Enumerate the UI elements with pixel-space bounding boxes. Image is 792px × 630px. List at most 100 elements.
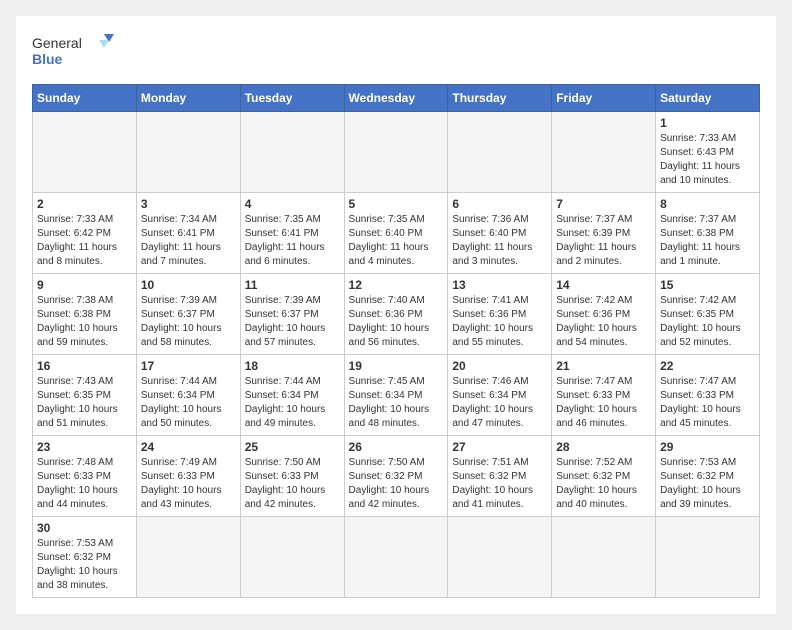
calendar-day-cell	[344, 112, 448, 193]
day-number: 16	[37, 359, 132, 373]
day-number: 14	[556, 278, 651, 292]
calendar-day-cell	[344, 517, 448, 598]
day-info: Sunrise: 7:36 AM Sunset: 6:40 PM Dayligh…	[452, 213, 547, 269]
day-info: Sunrise: 7:48 AM Sunset: 6:33 PM Dayligh…	[37, 456, 132, 512]
day-number: 1	[660, 116, 755, 130]
day-number: 26	[349, 440, 444, 454]
calendar-day-cell: 24 Sunrise: 7:49 AM Sunset: 6:33 PM Dayli…	[136, 436, 240, 517]
day-number: 15	[660, 278, 755, 292]
day-number: 22	[660, 359, 755, 373]
calendar-week-row: 23Sunrise: 7:48 AM Sunset: 6:33 PM Dayli…	[33, 436, 760, 517]
calendar-day-cell: 8Sunrise: 7:37 AM Sunset: 6:38 PM Daylig…	[656, 193, 760, 274]
header: General Blue	[32, 32, 760, 72]
calendar-day-header: Saturday	[656, 85, 760, 112]
day-info: Sunrise: 7:47 AM Sunset: 6:33 PM Dayligh…	[660, 375, 755, 431]
calendar-day-cell: 2 Sunrise: 7:33 AM Sunset: 6:42 PM Daylig…	[33, 193, 137, 274]
day-number: 4	[245, 197, 340, 211]
calendar-day-cell: 16 Sunrise: 7:43 AM Sunset: 6:35 PM Dayli…	[33, 355, 137, 436]
day-number: 3	[141, 197, 236, 211]
calendar-day-cell: 5 Sunrise: 7:35 AM Sunset: 6:40 PM Daylig…	[344, 193, 448, 274]
day-number: 13	[452, 278, 547, 292]
day-info: Sunrise: 7:38 AM Sunset: 6:38 PM Dayligh…	[37, 294, 132, 350]
day-info: Sunrise: 7:39 AM Sunset: 6:37 PM Dayligh…	[141, 294, 236, 350]
calendar-day-cell: 21 Sunrise: 7:47 AM Sunset: 6:33 PM Dayli…	[552, 355, 656, 436]
calendar-day-cell: 25 Sunrise: 7:50 AM Sunset: 6:33 PM Dayli…	[240, 436, 344, 517]
day-info: Sunrise: 7:49 AM Sunset: 6:33 PM Dayligh…	[141, 456, 236, 512]
calendar-header-row: SundayMondayTuesdayWednesdayThursdayFrid…	[33, 85, 760, 112]
calendar-day-cell: 22 Sunrise: 7:47 AM Sunset: 6:33 PM Dayli…	[656, 355, 760, 436]
day-info: Sunrise: 7:50 AM Sunset: 6:33 PM Dayligh…	[245, 456, 340, 512]
calendar-day-cell: 26Sunrise: 7:50 AM Sunset: 6:32 PM Dayli…	[344, 436, 448, 517]
calendar-day-cell: 3 Sunrise: 7:34 AM Sunset: 6:41 PM Daylig…	[136, 193, 240, 274]
day-number: 27	[452, 440, 547, 454]
calendar-day-cell: 28Sunrise: 7:52 AM Sunset: 6:32 PM Dayli…	[552, 436, 656, 517]
calendar-day-header: Thursday	[448, 85, 552, 112]
calendar-week-row: 16 Sunrise: 7:43 AM Sunset: 6:35 PM Dayli…	[33, 355, 760, 436]
day-info: Sunrise: 7:44 AM Sunset: 6:34 PM Dayligh…	[141, 375, 236, 431]
calendar-day-cell	[240, 112, 344, 193]
day-number: 25	[245, 440, 340, 454]
calendar-day-cell: 30 Sunrise: 7:53 AM Sunset: 6:32 PM Dayli…	[33, 517, 137, 598]
day-info: Sunrise: 7:41 AM Sunset: 6:36 PM Dayligh…	[452, 294, 547, 350]
logo-svg: General Blue	[32, 32, 122, 72]
calendar-day-cell	[240, 517, 344, 598]
calendar-day-cell: 27 Sunrise: 7:51 AM Sunset: 6:32 PM Dayli…	[448, 436, 552, 517]
calendar-day-cell: 13 Sunrise: 7:41 AM Sunset: 6:36 PM Dayli…	[448, 274, 552, 355]
day-info: Sunrise: 7:33 AM Sunset: 6:43 PM Dayligh…	[660, 132, 755, 188]
calendar-day-cell: 20Sunrise: 7:46 AM Sunset: 6:34 PM Dayli…	[448, 355, 552, 436]
calendar-day-cell	[552, 112, 656, 193]
calendar-day-cell: 12Sunrise: 7:40 AM Sunset: 6:36 PM Dayli…	[344, 274, 448, 355]
day-info: Sunrise: 7:51 AM Sunset: 6:32 PM Dayligh…	[452, 456, 547, 512]
day-number: 10	[141, 278, 236, 292]
day-number: 2	[37, 197, 132, 211]
day-info: Sunrise: 7:37 AM Sunset: 6:38 PM Dayligh…	[660, 213, 755, 269]
calendar-day-cell	[33, 112, 137, 193]
calendar-day-cell: 10 Sunrise: 7:39 AM Sunset: 6:37 PM Dayli…	[136, 274, 240, 355]
day-number: 30	[37, 521, 132, 535]
day-number: 21	[556, 359, 651, 373]
calendar-day-cell	[448, 112, 552, 193]
calendar-day-cell: 1 Sunrise: 7:33 AM Sunset: 6:43 PM Daylig…	[656, 112, 760, 193]
calendar-day-cell: 14 Sunrise: 7:42 AM Sunset: 6:36 PM Dayli…	[552, 274, 656, 355]
day-info: Sunrise: 7:33 AM Sunset: 6:42 PM Dayligh…	[37, 213, 132, 269]
day-number: 9	[37, 278, 132, 292]
calendar-day-cell: 7Sunrise: 7:37 AM Sunset: 6:39 PM Daylig…	[552, 193, 656, 274]
day-number: 24	[141, 440, 236, 454]
calendar-day-cell: 15 Sunrise: 7:42 AM Sunset: 6:35 PM Dayli…	[656, 274, 760, 355]
svg-text:General: General	[32, 35, 82, 51]
day-info: Sunrise: 7:43 AM Sunset: 6:35 PM Dayligh…	[37, 375, 132, 431]
day-info: Sunrise: 7:52 AM Sunset: 6:32 PM Dayligh…	[556, 456, 651, 512]
day-info: Sunrise: 7:34 AM Sunset: 6:41 PM Dayligh…	[141, 213, 236, 269]
calendar-day-cell	[656, 517, 760, 598]
calendar-day-cell: 18Sunrise: 7:44 AM Sunset: 6:34 PM Dayli…	[240, 355, 344, 436]
calendar-day-header: Wednesday	[344, 85, 448, 112]
calendar-day-header: Monday	[136, 85, 240, 112]
calendar-day-cell: 4 Sunrise: 7:35 AM Sunset: 6:41 PM Daylig…	[240, 193, 344, 274]
day-info: Sunrise: 7:45 AM Sunset: 6:34 PM Dayligh…	[349, 375, 444, 431]
day-info: Sunrise: 7:42 AM Sunset: 6:36 PM Dayligh…	[556, 294, 651, 350]
calendar-day-cell: 19Sunrise: 7:45 AM Sunset: 6:34 PM Dayli…	[344, 355, 448, 436]
calendar-day-cell: 9 Sunrise: 7:38 AM Sunset: 6:38 PM Daylig…	[33, 274, 137, 355]
day-number: 12	[349, 278, 444, 292]
day-info: Sunrise: 7:53 AM Sunset: 6:32 PM Dayligh…	[37, 537, 132, 593]
day-number: 6	[452, 197, 547, 211]
calendar-day-cell: 29Sunrise: 7:53 AM Sunset: 6:32 PM Dayli…	[656, 436, 760, 517]
calendar-day-cell	[136, 517, 240, 598]
logo: General Blue	[32, 32, 122, 72]
day-info: Sunrise: 7:39 AM Sunset: 6:37 PM Dayligh…	[245, 294, 340, 350]
calendar-day-cell: 23Sunrise: 7:48 AM Sunset: 6:33 PM Dayli…	[33, 436, 137, 517]
day-number: 7	[556, 197, 651, 211]
day-info: Sunrise: 7:35 AM Sunset: 6:40 PM Dayligh…	[349, 213, 444, 269]
calendar-day-cell	[552, 517, 656, 598]
day-number: 5	[349, 197, 444, 211]
svg-text:Blue: Blue	[32, 51, 63, 67]
day-number: 17	[141, 359, 236, 373]
calendar-week-row: 30 Sunrise: 7:53 AM Sunset: 6:32 PM Dayli…	[33, 517, 760, 598]
calendar-day-cell: 17 Sunrise: 7:44 AM Sunset: 6:34 PM Dayli…	[136, 355, 240, 436]
calendar-day-header: Sunday	[33, 85, 137, 112]
day-info: Sunrise: 7:42 AM Sunset: 6:35 PM Dayligh…	[660, 294, 755, 350]
day-info: Sunrise: 7:47 AM Sunset: 6:33 PM Dayligh…	[556, 375, 651, 431]
calendar-day-cell: 6 Sunrise: 7:36 AM Sunset: 6:40 PM Daylig…	[448, 193, 552, 274]
day-info: Sunrise: 7:35 AM Sunset: 6:41 PM Dayligh…	[245, 213, 340, 269]
calendar-day-cell	[136, 112, 240, 193]
